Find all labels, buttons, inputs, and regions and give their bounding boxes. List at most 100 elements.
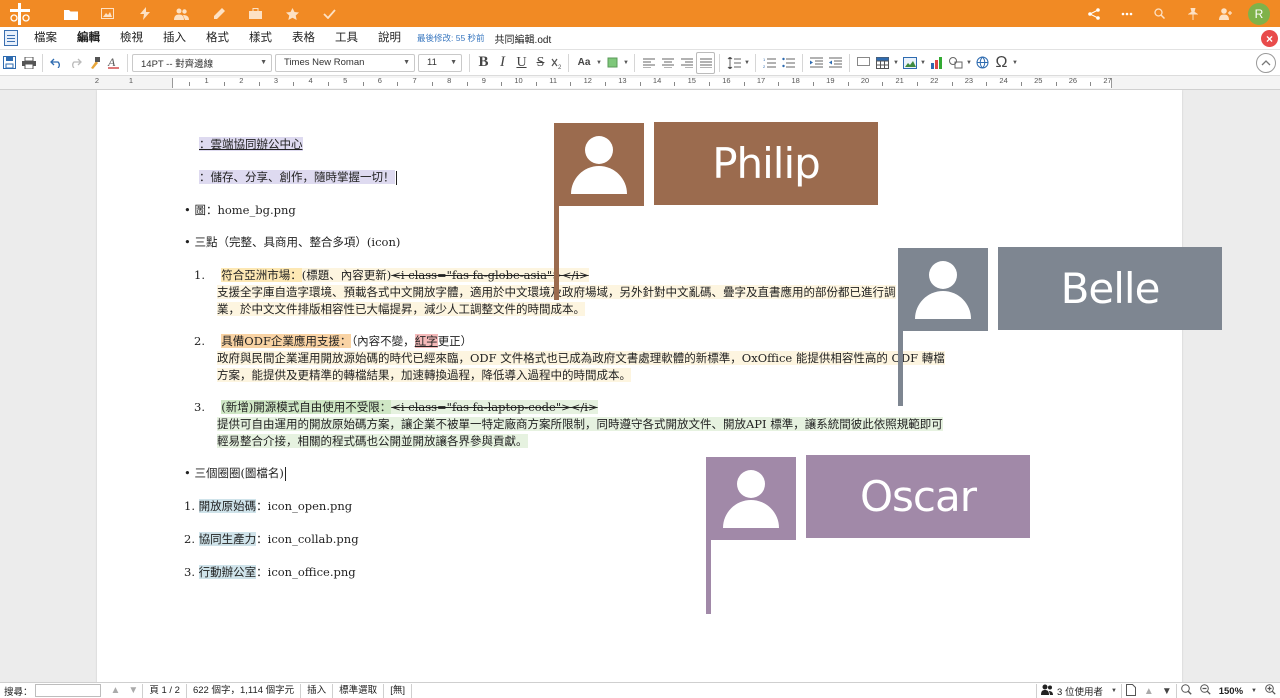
people-icon[interactable] [163, 0, 200, 27]
clear-formatting-icon[interactable]: A [104, 52, 123, 74]
check-icon[interactable] [311, 0, 348, 27]
menu-help[interactable]: 說明 [368, 27, 411, 50]
collapse-toolbar-button[interactable] [1256, 53, 1276, 73]
list-item-2-body-line1[interactable]: 政府與民間企業運用開放源始碼的時代已經來臨，ODF 文件格式也已成為政府文書處理… [217, 350, 945, 366]
file-item-3[interactable]: 3. 行動辦公室：icon_office.png [184, 564, 356, 580]
search-icon[interactable] [1143, 0, 1176, 27]
search-down-icon[interactable]: ▼ [124, 685, 142, 696]
zoom-reset-icon[interactable] [1175, 684, 1196, 698]
underline-button[interactable]: U [512, 52, 531, 74]
document-filename[interactable]: 共同編輯.odt [495, 31, 552, 46]
numbered-list-icon[interactable]: 12 [760, 52, 779, 74]
print-icon[interactable] [19, 52, 38, 74]
search-up-icon[interactable]: ▲ [107, 685, 125, 696]
chevron-down-icon[interactable]: ▼ [892, 52, 900, 74]
folder-icon[interactable] [52, 0, 89, 27]
insert-shapes-icon[interactable] [946, 52, 965, 74]
briefcase-icon[interactable] [237, 0, 274, 27]
document-area[interactable]: ：雲端協同辦公中心 ：儲存、分享、創作，隨時掌握一切！ • 圖：home_bg.… [0, 90, 1280, 682]
menu-edit[interactable]: 編輯 [67, 27, 110, 50]
close-document-button[interactable]: × [1261, 30, 1278, 47]
pencil-icon[interactable] [200, 0, 237, 27]
align-center-icon[interactable] [658, 52, 677, 74]
prev-page-icon[interactable]: ▲ [1140, 686, 1158, 697]
list-item-3-body-line1[interactable]: 提供可自由運用的開放原始碼方案，讓企業不被單一特定廠商方案所限制，同時遵守各式開… [217, 416, 943, 432]
zoom-in-icon[interactable] [1261, 684, 1280, 698]
increase-indent-icon[interactable] [807, 52, 826, 74]
special-character-button[interactable]: Ω [992, 52, 1011, 74]
user-avatar[interactable]: R [1248, 2, 1270, 25]
chevron-down-icon[interactable]: ▼ [1247, 688, 1261, 694]
document-status-icon[interactable] [1120, 683, 1140, 698]
menu-tools[interactable]: 工具 [325, 27, 368, 50]
insert-chart-icon[interactable] [927, 52, 946, 74]
bullet-three-circles[interactable]: • 三個圈圈(圖檔名) [184, 465, 286, 481]
bullet-three-points[interactable]: • 三點（完整、具商用、整合多項）(icon) [184, 234, 400, 250]
save-icon[interactable] [0, 52, 19, 74]
users-icon[interactable] [1036, 684, 1057, 698]
search-input[interactable] [34, 684, 101, 697]
menu-insert[interactable]: 插入 [153, 27, 196, 50]
bolt-icon[interactable] [126, 0, 163, 27]
user-add-icon[interactable] [1209, 0, 1242, 27]
image-icon[interactable] [89, 0, 126, 27]
next-page-icon[interactable]: ▼ [1158, 686, 1176, 697]
font-case-button[interactable]: Aa [573, 52, 595, 74]
insert-mode[interactable]: 插入 [301, 683, 334, 698]
list-item-1-heading[interactable]: 1. 符合亞洲市場：(標題、內容更新)<i class="fas fa-glob… [194, 267, 589, 283]
file-item-2[interactable]: 2. 協同生產力：icon_collab.png [184, 531, 359, 547]
list-item-1-body-line2[interactable]: 業，於中文文件排版相容性已大幅提昇，減少人工調整文件的時間成本。 [217, 301, 585, 317]
bold-button[interactable]: B [474, 52, 493, 74]
user-count[interactable]: 3 位使用者 [1057, 684, 1107, 698]
strikethrough-button[interactable]: S [531, 52, 550, 74]
doc-line-slogan[interactable]: ：儲存、分享、創作，隨時掌握一切！ [199, 169, 397, 185]
paragraph-style-select[interactable]: 14PT -- 對齊邊線 ▼ [132, 53, 272, 72]
star-icon[interactable] [274, 0, 311, 27]
selection-mode[interactable]: 標準選取 [333, 683, 385, 698]
menu-table[interactable]: 表格 [282, 27, 325, 50]
comment-icon[interactable] [854, 52, 873, 74]
bullet-bg-image[interactable]: • 圖：home_bg.png [184, 202, 296, 218]
menu-styles[interactable]: 樣式 [239, 27, 282, 50]
menu-file[interactable]: 檔案 [24, 27, 67, 50]
align-justify-icon[interactable] [696, 51, 715, 74]
subscript-icon[interactable]: 2 [550, 52, 564, 74]
redo-icon[interactable] [66, 52, 85, 74]
list-item-2-heading[interactable]: 2. 具備ODF企業應用支援：（內容不變，紅字更正） [194, 333, 472, 349]
chevron-down-icon[interactable]: ▼ [1011, 52, 1019, 74]
font-name-select[interactable]: Times New Roman ▼ [275, 53, 415, 72]
chevron-down-icon[interactable]: ▼ [743, 52, 751, 74]
oss-logo[interactable] [0, 0, 40, 27]
doc-line-title[interactable]: ：雲端協同辦公中心 [199, 136, 303, 152]
list-item-3-body-line2[interactable]: 輕易整合介接，相關的程式碼也公開並開放讓各界參與貢獻。 [217, 433, 528, 449]
chevron-down-icon[interactable]: ▼ [965, 52, 973, 74]
decrease-indent-icon[interactable] [826, 52, 845, 74]
list-item-2-body-line2[interactable]: 方案，能提供及更精準的轉檔結果，加速轉換過程，降低導入過程中的時間成本。 [217, 367, 631, 383]
document-icon[interactable] [4, 30, 18, 46]
align-left-icon[interactable] [639, 52, 658, 74]
list-item-3-heading[interactable]: 3. (新增)開源模式自由使用不受限：<i class="fas fa-lapt… [194, 399, 598, 415]
chevron-down-icon[interactable]: ▼ [622, 52, 630, 74]
pin-icon[interactable] [1176, 0, 1209, 27]
bulleted-list-icon[interactable] [779, 52, 798, 74]
insert-table-icon[interactable] [873, 52, 892, 74]
italic-button[interactable]: I [493, 52, 512, 74]
undo-icon[interactable] [47, 52, 66, 74]
file-item-1[interactable]: 1. 開放原始碼：icon_open.png [184, 498, 352, 514]
align-right-icon[interactable] [677, 52, 696, 74]
chevron-down-icon[interactable]: ▼ [595, 52, 603, 74]
menu-view[interactable]: 檢視 [110, 27, 153, 50]
highlight-color-icon[interactable] [603, 52, 622, 74]
chevron-down-icon[interactable]: ▼ [919, 52, 927, 74]
last-modified[interactable]: 最後修改: 55 秒前 [417, 32, 485, 44]
hyperlink-icon[interactable] [973, 52, 992, 74]
clone-formatting-icon[interactable] [85, 52, 104, 74]
line-spacing-icon[interactable] [724, 52, 743, 74]
font-size-select[interactable]: 11 ▼ [418, 53, 462, 72]
zoom-out-icon[interactable] [1196, 684, 1215, 698]
zoom-level[interactable]: 150% [1215, 686, 1247, 697]
horizontal-ruler[interactable]: 2 1 1 2 3 4 5 6 7 8 9 10 11 12 13 14 15 16 17 18 19 20 21 22 23 2… [0, 76, 1280, 90]
chevron-down-icon[interactable]: ▼ [1107, 688, 1121, 694]
more-icon[interactable] [1110, 0, 1143, 27]
menu-format[interactable]: 格式 [196, 27, 239, 50]
